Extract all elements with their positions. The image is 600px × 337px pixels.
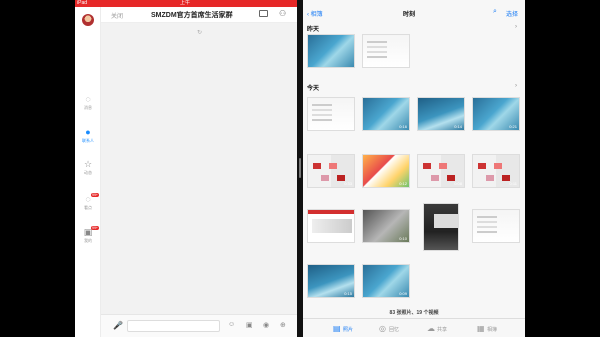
tab-label: 相簿 xyxy=(487,327,498,333)
section-title-yesterday: 昨天 xyxy=(307,27,320,33)
select-button[interactable]: 选择 xyxy=(506,9,518,18)
video-duration: 0:21 xyxy=(509,124,517,129)
video-thumbnail[interactable]: 0:15 xyxy=(307,264,355,298)
back-button[interactable]: ‹ 相簿 xyxy=(307,9,323,18)
photo-thumbnail[interactable] xyxy=(307,34,355,68)
shared-tab-icon: ☁ xyxy=(427,324,435,333)
microphone-icon[interactable]: 🎤 xyxy=(113,321,123,330)
folder-icon[interactable] xyxy=(259,10,268,17)
video-duration: 0:11 xyxy=(509,181,518,186)
loading-icon: ↻ xyxy=(197,30,203,36)
sidebar-item-label: 我的 xyxy=(84,238,92,243)
video-thumbnail[interactable]: 0:14 xyxy=(417,97,465,131)
video-thumbnail[interactable]: 0:33 xyxy=(307,154,355,188)
unread-badge: 99+ xyxy=(91,193,99,197)
albums-tab-icon: ▦ xyxy=(477,324,485,333)
image-icon[interactable]: ▣ xyxy=(246,321,253,329)
photos-tab-bar: ▤ 照片 ◎ 回忆 ☁ 共享 ▦ 相簿 xyxy=(303,318,525,337)
chat-message-area[interactable]: ↻ xyxy=(101,23,297,314)
star-icon: ☆ xyxy=(83,159,93,169)
tab-label: 回忆 xyxy=(389,327,400,333)
close-button[interactable]: 关闭 xyxy=(111,11,123,20)
video-duration: 0:08 xyxy=(454,181,462,186)
chat-header: 关闭 SMZDM官方首席生活家群 ⚇ xyxy=(101,7,297,23)
photos-tab-icon: ▤ xyxy=(333,324,341,333)
tab-albums[interactable]: ▦ 相簿 xyxy=(475,322,515,336)
avatar[interactable] xyxy=(82,14,94,26)
photo-thumbnail[interactable] xyxy=(362,34,410,68)
photo-thumbnail[interactable] xyxy=(472,209,520,243)
video-duration: 0:33 xyxy=(344,181,352,186)
page-title: 时刻 xyxy=(403,12,416,18)
photos-nav-bar: ‹ 相簿 时刻 ⌕ 选择 xyxy=(303,7,525,21)
chevron-right-icon[interactable]: › xyxy=(515,83,517,89)
sidebar-item-messages[interactable]: ◌ 消息 xyxy=(77,94,99,111)
status-bar xyxy=(303,0,525,7)
chat-input-bar: 🎤 ☺ ▣ ◉ ⊕ xyxy=(101,314,297,337)
video-thumbnail[interactable]: 0:13 xyxy=(307,209,355,243)
sidebar-item-mine[interactable]: ▣ 99+ 我的 xyxy=(77,226,99,244)
sidebar-item-label: 消息 xyxy=(84,105,92,110)
chat-app-pane: iPad 上午 ◌ 消息 ● 联系人 ☆ 动态 ◌ 99+ 看点 ▣ 99+ 我… xyxy=(75,0,297,337)
back-label: 相簿 xyxy=(310,12,323,18)
status-bar: iPad 上午 xyxy=(75,0,297,7)
video-thumbnail[interactable]: 0:16 xyxy=(362,97,410,131)
chevron-right-icon[interactable]: › xyxy=(515,24,517,30)
status-time: 上午 xyxy=(180,0,191,6)
sidebar-item-contacts[interactable]: ● 联系人 xyxy=(77,127,99,144)
photo-thumbnail[interactable] xyxy=(307,97,355,131)
device-label: iPad xyxy=(77,0,88,6)
video-thumbnail[interactable]: 0:21 xyxy=(472,97,520,131)
video-duration: 0:13 xyxy=(344,236,352,241)
chat-bubble-icon: ◌ xyxy=(85,94,91,104)
sidebar-item-label: 联系人 xyxy=(82,138,94,143)
sidebar-item-label: 动态 xyxy=(84,170,92,175)
message-input[interactable] xyxy=(127,320,220,332)
video-thumbnail[interactable]: 0:10 xyxy=(362,209,410,243)
video-duration: 0:09 xyxy=(399,291,407,296)
chat-sidebar: ◌ 消息 ● 联系人 ☆ 动态 ◌ 99+ 看点 ▣ 99+ 我的 xyxy=(75,7,101,337)
tab-label: 照片 xyxy=(343,327,354,333)
divider-handle[interactable] xyxy=(299,158,301,178)
photos-app-pane: ‹ 相簿 时刻 ⌕ 选择 昨天 › 今天 › 0:16 0:14 0:21 0:… xyxy=(303,0,525,337)
video-duration: 0:10 xyxy=(399,236,407,241)
page-title: SMZDM官方首席生活家群 xyxy=(151,12,233,19)
video-thumbnail[interactable]: 0:09 xyxy=(362,264,410,298)
video-duration: 0:12 xyxy=(399,181,407,186)
photo-count: 83 张照片、19 个视频 xyxy=(389,310,439,316)
video-thumbnail[interactable]: 0:12 xyxy=(362,154,410,188)
memories-tab-icon: ◎ xyxy=(379,324,386,333)
photo-thumbnail[interactable] xyxy=(423,203,459,251)
tab-memories[interactable]: ◎ 回忆 xyxy=(377,322,417,336)
sidebar-item-label: 看点 xyxy=(84,205,92,210)
unread-badge: 99+ xyxy=(91,226,99,230)
emoji-icon[interactable]: ☺ xyxy=(228,321,235,328)
video-duration: 0:16 xyxy=(399,124,407,129)
contacts-icon: ● xyxy=(85,127,91,137)
video-thumbnail[interactable]: 0:11 xyxy=(472,154,520,188)
sidebar-item-watch[interactable]: ◌ 99+ 看点 xyxy=(77,193,99,211)
camera-icon[interactable]: ◉ xyxy=(263,321,269,329)
split-view-screen: iPad 上午 ◌ 消息 ● 联系人 ☆ 动态 ◌ 99+ 看点 ▣ 99+ 我… xyxy=(0,0,600,337)
tab-photos[interactable]: ▤ 照片 xyxy=(331,322,371,336)
video-duration: 0:14 xyxy=(454,124,462,129)
video-duration: 0:15 xyxy=(344,291,352,296)
tab-shared[interactable]: ☁ 共享 xyxy=(425,322,465,336)
video-thumbnail[interactable]: 0:08 xyxy=(417,154,465,188)
tab-label: 共享 xyxy=(437,327,448,333)
more-plus-icon[interactable]: ⊕ xyxy=(280,321,286,329)
search-icon[interactable]: ⌕ xyxy=(493,8,497,16)
section-title-today: 今天 xyxy=(307,86,320,92)
group-members-icon[interactable]: ⚇ xyxy=(279,9,286,18)
sidebar-item-moments[interactable]: ☆ 动态 xyxy=(77,159,99,176)
